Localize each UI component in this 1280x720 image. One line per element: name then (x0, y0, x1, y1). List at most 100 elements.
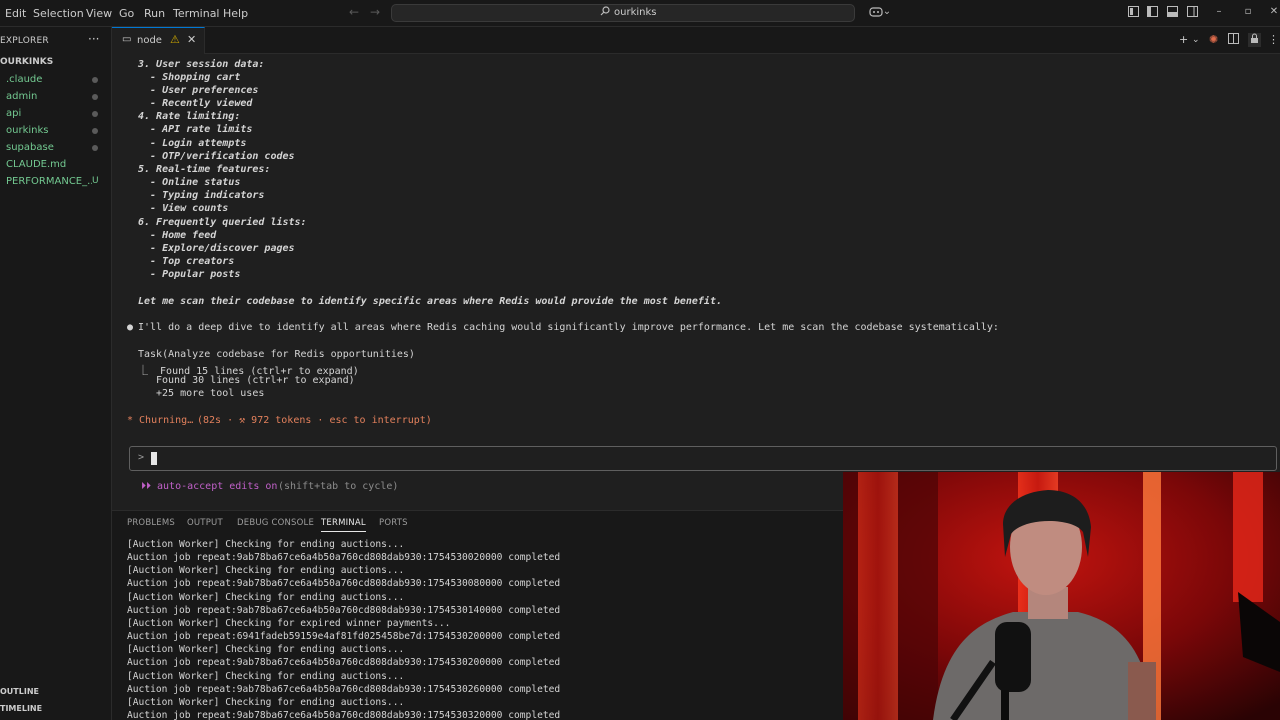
outline-section[interactable]: OUTLINE (0, 687, 39, 696)
claude-icon[interactable]: ✺ (1209, 33, 1218, 46)
tab-terminal[interactable]: TERMINAL (321, 518, 366, 532)
close-window-icon[interactable]: ✕ (1268, 6, 1280, 18)
minimize-icon[interactable]: – (1213, 6, 1225, 18)
menu-help[interactable]: Help (223, 7, 248, 20)
claude-terminal-editor[interactable]: 3. User session data: - Shopping cart - … (112, 54, 1280, 510)
menu-selection[interactable]: Selection (33, 7, 84, 20)
terminal-log-line: [Auction Worker] Checking for expired wi… (127, 618, 451, 629)
toggle-secondary-sidebar-icon[interactable] (1186, 6, 1198, 18)
terminal-icon: ▭ (122, 34, 132, 45)
terminal-log-line: Auction job repeat:9ab78ba67ce6a4b50a760… (127, 710, 561, 720)
explorer-sidebar: EXPLORER ··· OURKINKS .claude admin api … (0, 27, 112, 720)
auto-accept-status: ⏵⏵ auto-accept edits on (141, 481, 278, 492)
tab-label: node (137, 35, 162, 46)
terminal-log-line: [Auction Worker] Checking for ending auc… (127, 539, 405, 550)
tab-problems[interactable]: PROBLEMS (127, 518, 175, 528)
auto-accept-hint: (shift+tab to cycle) (278, 481, 399, 492)
terminal-log-line: Auction job repeat:9ab78ba67ce6a4b50a760… (127, 578, 561, 589)
output-line: - User preferences (138, 85, 259, 96)
search-text: ourkinks (614, 7, 657, 18)
chevron-down-icon[interactable]: ⌄ (881, 6, 893, 18)
tree-item-api[interactable]: api (6, 108, 106, 119)
output-line: - Typing indicators (138, 190, 265, 201)
output-line: - API rate limits (138, 124, 253, 135)
terminal-log-line: Auction job repeat:9ab78ba67ce6a4b50a760… (127, 684, 561, 695)
explorer-title: EXPLORER (0, 36, 49, 46)
terminal-log-line: Auction job repeat:6941fadeb59159e4af81f… (127, 631, 561, 642)
churning-status: * Churning… (127, 415, 194, 426)
tree-item-ourkinks[interactable]: ourkinks (6, 125, 106, 136)
webcam-overlay (843, 472, 1280, 720)
task-line: Task(Analyze codebase for Redis opportun… (138, 349, 415, 360)
warning-icon: ⚠ (170, 33, 180, 46)
customize-layout-icon[interactable] (1127, 6, 1139, 18)
split-editor-icon[interactable] (1228, 33, 1239, 47)
bullet-icon: ● (127, 322, 134, 333)
menu-terminal[interactable]: Terminal (173, 7, 220, 20)
terminal-log-line: [Auction Worker] Checking for ending auc… (127, 671, 405, 682)
lock-icon[interactable] (1248, 33, 1261, 47)
tab-node[interactable]: ▭ node ⚠ ✕ (112, 27, 205, 54)
webcam-image (843, 472, 1280, 720)
editor-tab-bar: ▭ node ⚠ ✕ + ⌄ ✺ ⋮ (112, 27, 1280, 54)
back-arrow-icon[interactable]: ← (349, 5, 359, 19)
tree-item-performance[interactable]: PERFORMANCE_... (6, 176, 92, 187)
terminal-log-line: [Auction Worker] Checking for ending auc… (127, 697, 405, 708)
workspace-root[interactable]: OURKINKS (0, 57, 53, 67)
terminal-log-line: Auction job repeat:9ab78ba67ce6a4b50a760… (127, 605, 561, 616)
found-line-2: Found 30 lines (ctrl+r to expand) (156, 375, 355, 386)
close-icon[interactable]: ✕ (187, 33, 196, 46)
terminal-log-line: Auction job repeat:9ab78ba67ce6a4b50a760… (127, 552, 561, 563)
more-tool-uses: +25 more tool uses (156, 388, 265, 399)
tab-debug-console[interactable]: DEBUG CONSOLE (237, 518, 314, 528)
output-line: - Login attempts (138, 138, 247, 149)
terminal-log-line: [Auction Worker] Checking for ending auc… (127, 592, 405, 603)
menu-run[interactable]: Run (144, 7, 165, 20)
terminal-log-line: Auction job repeat:9ab78ba67ce6a4b50a760… (127, 657, 561, 668)
toggle-panel-icon[interactable] (1166, 6, 1178, 18)
menu-go[interactable]: Go (119, 7, 134, 20)
output-line: - Home feed (138, 230, 217, 241)
modified-dot-icon (92, 77, 98, 83)
assistant-message: I'll do a deep dive to identify all area… (138, 322, 999, 333)
tree-item-admin[interactable]: admin (6, 91, 106, 102)
more-actions-icon[interactable]: ··· (88, 32, 99, 46)
restore-icon[interactable]: ▫ (1242, 6, 1254, 18)
output-line: 5. Real-time features: (138, 164, 271, 175)
menu-edit[interactable]: Edit (5, 7, 26, 20)
output-line: 4. Rate limiting: (138, 111, 241, 122)
title-bar: Edit Selection View Go Run Terminal Help… (0, 0, 1280, 27)
modified-dot-icon (92, 145, 98, 151)
tab-output[interactable]: OUTPUT (187, 518, 223, 528)
toggle-primary-sidebar-icon[interactable] (1146, 6, 1158, 18)
output-line: - OTP/verification codes (138, 151, 295, 162)
prompt-input[interactable]: > (129, 446, 1277, 471)
terminal-log-line: [Auction Worker] Checking for ending auc… (127, 644, 405, 655)
output-line: - Explore/discover pages (138, 243, 295, 254)
output-line: 6. Frequently queried lists: (138, 217, 307, 228)
untracked-badge: U (92, 176, 99, 186)
output-line: - Top creators (138, 256, 235, 267)
timeline-section[interactable]: TIMELINE (0, 704, 42, 713)
command-center-search[interactable]: ourkinks (391, 4, 855, 22)
forward-arrow-icon[interactable]: → (370, 5, 380, 19)
scan-line: Let me scan their codebase to identify s… (138, 296, 722, 307)
menu-view[interactable]: View (86, 7, 112, 20)
prompt-chevron: > (138, 452, 145, 463)
add-icon[interactable]: + (1179, 33, 1188, 46)
more-actions-icon[interactable]: ⋮ (1268, 33, 1279, 46)
tree-item-claude[interactable]: .claude (6, 74, 106, 85)
output-line: - Recently viewed (138, 98, 253, 109)
text-cursor (151, 452, 157, 465)
search-icon (600, 6, 610, 19)
output-line: - Shopping cart (138, 72, 241, 83)
modified-dot-icon (92, 128, 98, 134)
tab-ports[interactable]: PORTS (379, 518, 408, 528)
tree-item-supabase[interactable]: supabase (6, 142, 106, 153)
modified-dot-icon (92, 94, 98, 100)
output-line: - Popular posts (138, 269, 241, 280)
churning-info: (82s · ⚒ 972 tokens · esc to interrupt) (197, 415, 432, 426)
tree-item-claude-md[interactable]: CLAUDE.md (6, 159, 106, 170)
output-line: - View counts (138, 203, 229, 214)
chevron-down-icon[interactable]: ⌄ (1192, 35, 1200, 45)
